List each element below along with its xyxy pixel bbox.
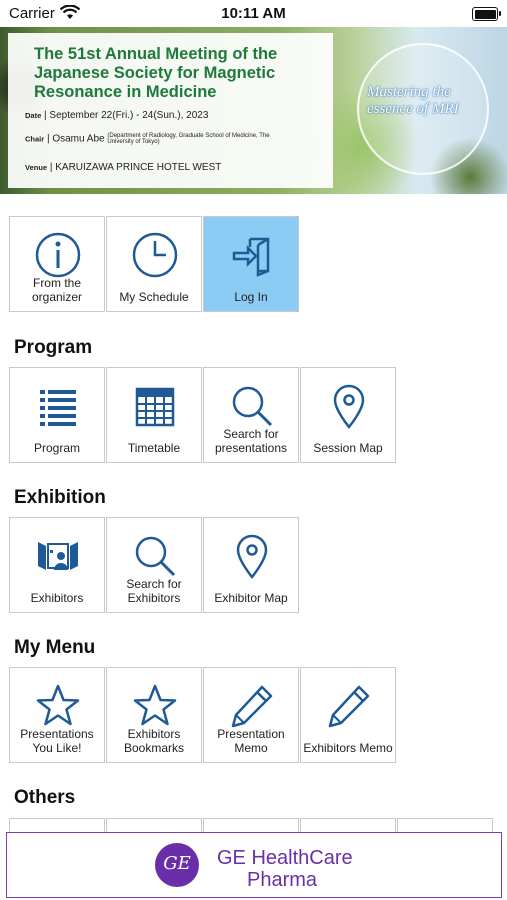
my-schedule-button[interactable]: My Schedule (106, 216, 202, 312)
exhibitors-bookmarks-label: Exhibitors Bookmarks (123, 727, 185, 755)
my-schedule-label: My Schedule (119, 290, 189, 304)
others-tile[interactable] (300, 818, 396, 832)
calendar-icon (107, 382, 203, 430)
pencil-icon (301, 682, 397, 730)
from-organizer-label: From the organizer (31, 276, 83, 304)
sponsor-ad-banner[interactable]: GE GE HealthCare Pharma (6, 832, 502, 898)
info-icon (10, 231, 106, 279)
banner-tagline: Mastering the essence of MRI (367, 84, 459, 117)
exhibition-heading: Exhibition (14, 487, 106, 508)
session-map-label: Session Map (313, 441, 383, 455)
login-icon (204, 231, 300, 279)
search-exhibitors-button[interactable]: Search for Exhibitors (106, 517, 202, 613)
star-icon (107, 682, 203, 730)
presentation-memo-button[interactable]: Presentation Memo (203, 667, 299, 763)
exhibitors-memo-label: Exhibitors Memo (303, 741, 393, 755)
star-icon (10, 682, 106, 730)
sponsor-subtitle: Pharma (247, 869, 318, 891)
log-in-label: Log In (234, 290, 268, 304)
session-map-button[interactable]: Session Map (300, 367, 396, 463)
pencil-icon (204, 682, 300, 730)
banner-date: Date | September 22(Fri.) - 24(Sun.), 20… (25, 110, 209, 121)
search-presentations-button[interactable]: Search for presentations (203, 367, 299, 463)
exhibitor-booth-icon (10, 532, 106, 580)
search-presentations-label: Search for presentations (214, 427, 288, 455)
exhibitors-button[interactable]: Exhibitors (9, 517, 105, 613)
sponsor-name: GE HealthCare (217, 847, 353, 869)
clock: 10:11 AM (221, 5, 286, 22)
presentations-you-like-label: Presentations You Like! (20, 727, 94, 755)
banner-chair: Chair | Osamu Abe (Department of Radiolo… (25, 133, 270, 145)
presentations-you-like-button[interactable]: Presentations You Like! (9, 667, 105, 763)
banner-venue: Venue | KARUIZAWA PRINCE HOTEL WEST (25, 162, 222, 173)
program-heading: Program (14, 337, 93, 358)
exhibitor-map-label: Exhibitor Map (214, 591, 288, 605)
exhibitors-label: Exhibitors (30, 591, 84, 605)
search-icon (107, 532, 203, 580)
program-grid: Program Timetable Search for presentatio… (9, 367, 397, 463)
conference-banner: The 51st Annual Meeting of the Japanese … (0, 27, 507, 194)
others-grid (9, 818, 494, 832)
map-pin-icon (204, 532, 300, 580)
presentation-memo-label: Presentation Memo (217, 727, 285, 755)
search-icon (204, 382, 300, 430)
banner-title: The 51st Annual Meeting of the Japanese … (34, 45, 278, 101)
program-button[interactable]: Program (9, 367, 105, 463)
timetable-label: Timetable (127, 441, 181, 455)
from-organizer-button[interactable]: From the organizer (9, 216, 105, 312)
clock-icon (107, 231, 203, 279)
map-pin-icon (301, 382, 397, 430)
timetable-button[interactable]: Timetable (106, 367, 202, 463)
battery-icon (472, 7, 501, 21)
others-tile[interactable] (397, 818, 493, 832)
exhibition-grid: Exhibitors Search for Exhibitors Exhibit… (9, 517, 300, 613)
status-bar: Carrier 10:11 AM (0, 0, 507, 27)
exhibitors-bookmarks-button[interactable]: Exhibitors Bookmarks (106, 667, 202, 763)
others-heading: Others (14, 787, 76, 808)
exhibitors-memo-button[interactable]: Exhibitors Memo (300, 667, 396, 763)
others-tile[interactable] (203, 818, 299, 832)
others-tile[interactable] (106, 818, 202, 832)
exhibitor-map-button[interactable]: Exhibitor Map (203, 517, 299, 613)
search-exhibitors-label: Search for Exhibitors (126, 577, 182, 605)
ge-logo-icon: GE (155, 843, 199, 887)
program-label: Program (33, 441, 80, 455)
my-menu-heading: My Menu (14, 637, 96, 658)
top-menu-grid: From the organizer My Schedule Log In (9, 216, 300, 312)
my-menu-grid: Presentations You Like! Exhibitors Bookm… (9, 667, 397, 763)
list-icon (10, 382, 106, 430)
log-in-button[interactable]: Log In (203, 216, 299, 312)
others-tile[interactable] (9, 818, 105, 832)
